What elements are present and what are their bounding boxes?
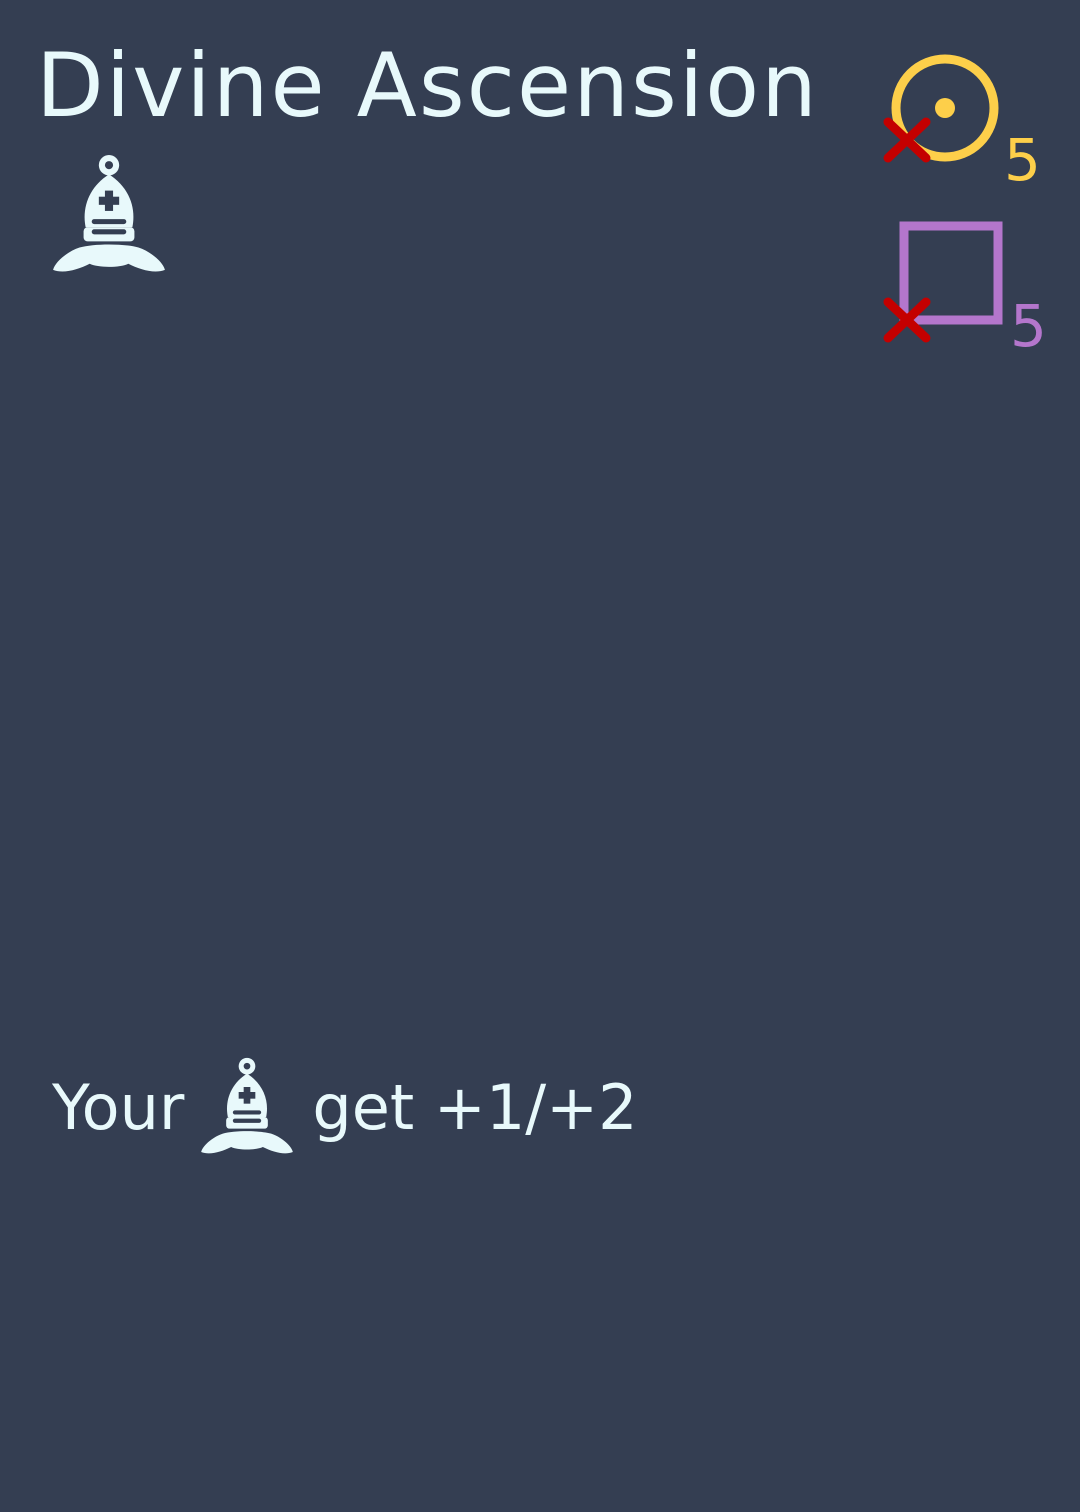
card: Divine Ascension 5 5 Your get +1/+2 xyxy=(0,0,1080,1512)
bishop-icon xyxy=(201,1057,294,1154)
cost-square: 5 xyxy=(880,218,1060,358)
bishop-icon xyxy=(53,155,165,272)
square-icon xyxy=(883,221,1003,343)
card-title: Divine Ascension xyxy=(36,34,819,137)
ability-prefix: Your xyxy=(52,1070,185,1144)
ability-text: Your get +1/+2 xyxy=(52,1052,638,1162)
sun-icon xyxy=(883,54,999,163)
cost-square-value: 5 xyxy=(1010,292,1047,360)
cross-icon xyxy=(883,117,931,163)
ability-suffix: get +1/+2 xyxy=(312,1070,638,1144)
cost-sun: 5 xyxy=(880,52,1060,192)
cost-sun-value: 5 xyxy=(1004,126,1041,194)
